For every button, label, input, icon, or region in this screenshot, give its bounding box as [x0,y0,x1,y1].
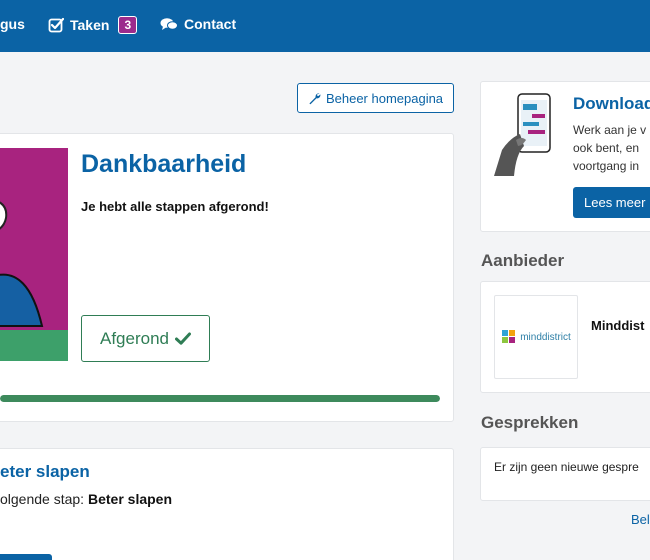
provider-logo-text: minddistrict [520,331,571,343]
nav-item-catalogus[interactable]: gus [0,16,25,32]
tasks-count-badge: 3 [118,16,138,34]
manage-homepage-label: Beheer homepagina [325,90,444,106]
manage-homepage-button[interactable]: Beheer homepagina [297,83,454,113]
top-navbar: gus Taken 3 Contact [0,0,650,52]
conversations-heading: Gesprekken [481,413,579,432]
course-completion-message: Je hebt alle stappen afgerond! [81,199,269,214]
nav-item-taken[interactable]: Taken 3 [48,16,138,34]
read-more-button[interactable]: Lees meer [573,187,650,218]
next-step-prefix: olgende stap: [0,491,88,507]
no-conversations-text: Er zijn geen nieuwe gespre [494,460,639,474]
course-progress-fill [0,395,440,402]
download-description: Werk aan je v ook bent, en voortgang in [573,121,650,175]
next-step-button[interactable] [0,554,52,560]
minddistrict-logo-icon [502,330,516,343]
course-progress-bar [0,395,440,402]
nav-item-contact[interactable]: Contact [160,16,236,32]
download-line: voortgang in [573,159,640,173]
completed-button-label: Afgerond [100,328,169,348]
next-step-text: olgende stap: Beter slapen [0,491,172,507]
download-title: Download [573,94,650,113]
checkmark-icon [175,332,191,345]
nav-item-label: gus [0,16,25,32]
provider-logo[interactable]: minddistrict [494,295,578,379]
phone-illustration [492,92,562,177]
next-step-name: Beter slapen [87,491,173,507]
check-square-icon [48,17,64,33]
nav-item-label: Taken [70,17,110,33]
provider-name: Minddist [591,318,645,333]
wrench-icon [309,92,321,104]
next-step-title[interactable]: eter slapen [0,462,90,482]
download-line: ook bent, en [573,141,640,155]
nav-item-label: Contact [184,16,237,32]
provider-heading: Aanbieder [481,251,565,270]
download-line: Werk aan je v [573,123,647,137]
course-title: Dankbaarheid [81,150,247,178]
conversations-link[interactable]: Bel [631,512,650,527]
conversations-card [480,447,650,501]
course-illustration [0,148,68,361]
completed-button[interactable]: Afgerond [81,315,210,362]
chat-bubbles-icon [160,18,178,30]
